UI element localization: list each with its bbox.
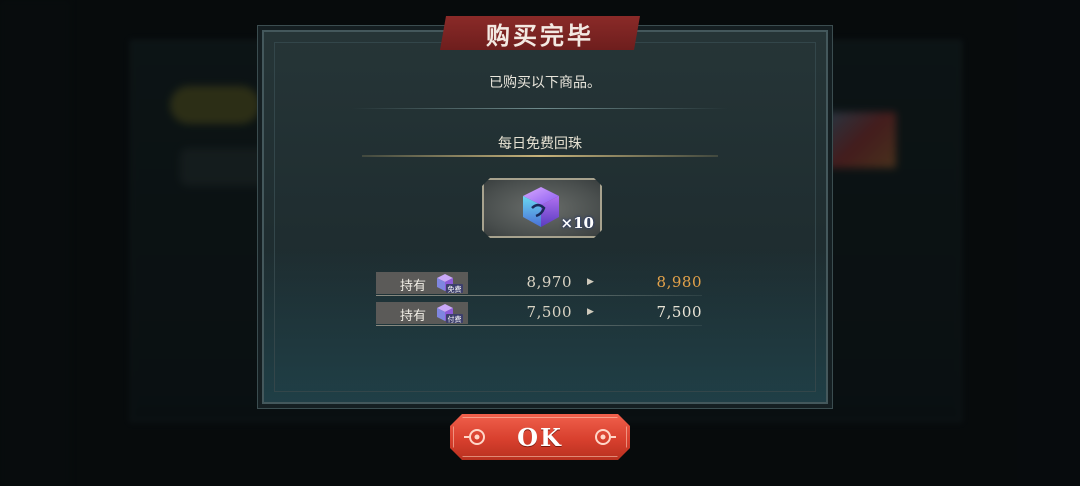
balance-before: 7,500 bbox=[526, 303, 572, 321]
balance-after: 8,980 bbox=[656, 273, 702, 291]
button-ornament-icon bbox=[590, 427, 616, 447]
item-card: ×10 bbox=[482, 178, 602, 238]
holding-label: 持有 bbox=[400, 279, 427, 294]
ok-button[interactable]: OK bbox=[450, 414, 630, 460]
holding-tag: 持有 付费 bbox=[376, 302, 468, 324]
holding-label: 持有 bbox=[400, 309, 427, 324]
divider bbox=[352, 108, 728, 109]
dialog-message: 已购买以下商品。 bbox=[489, 75, 601, 91]
item-quantity: ×10 bbox=[560, 214, 594, 232]
crystal-cube-icon bbox=[518, 184, 564, 230]
free-crystal-icon: 免费 bbox=[437, 274, 463, 294]
paid-crystal-icon: 付费 bbox=[437, 304, 463, 324]
balance-row-free: 持有 免费 8,970 ▶ 8,980 bbox=[376, 272, 702, 296]
product-underline bbox=[362, 155, 718, 157]
product-name: 每日免费回珠 bbox=[498, 136, 582, 152]
arrow-right-icon: ▶ bbox=[587, 277, 594, 287]
currency-tag-paid: 付费 bbox=[448, 315, 462, 324]
balance-after: 7,500 bbox=[656, 303, 702, 321]
balance-row-paid: 持有 付费 7,500 ▶ 7,500 bbox=[376, 302, 702, 326]
holding-tag: 持有 免费 bbox=[376, 272, 468, 294]
currency-tag-free: 免费 bbox=[448, 285, 462, 294]
arrow-right-icon: ▶ bbox=[587, 307, 594, 317]
balance-before: 8,970 bbox=[526, 273, 572, 291]
dialog-title: 购买完毕 bbox=[440, 16, 640, 50]
